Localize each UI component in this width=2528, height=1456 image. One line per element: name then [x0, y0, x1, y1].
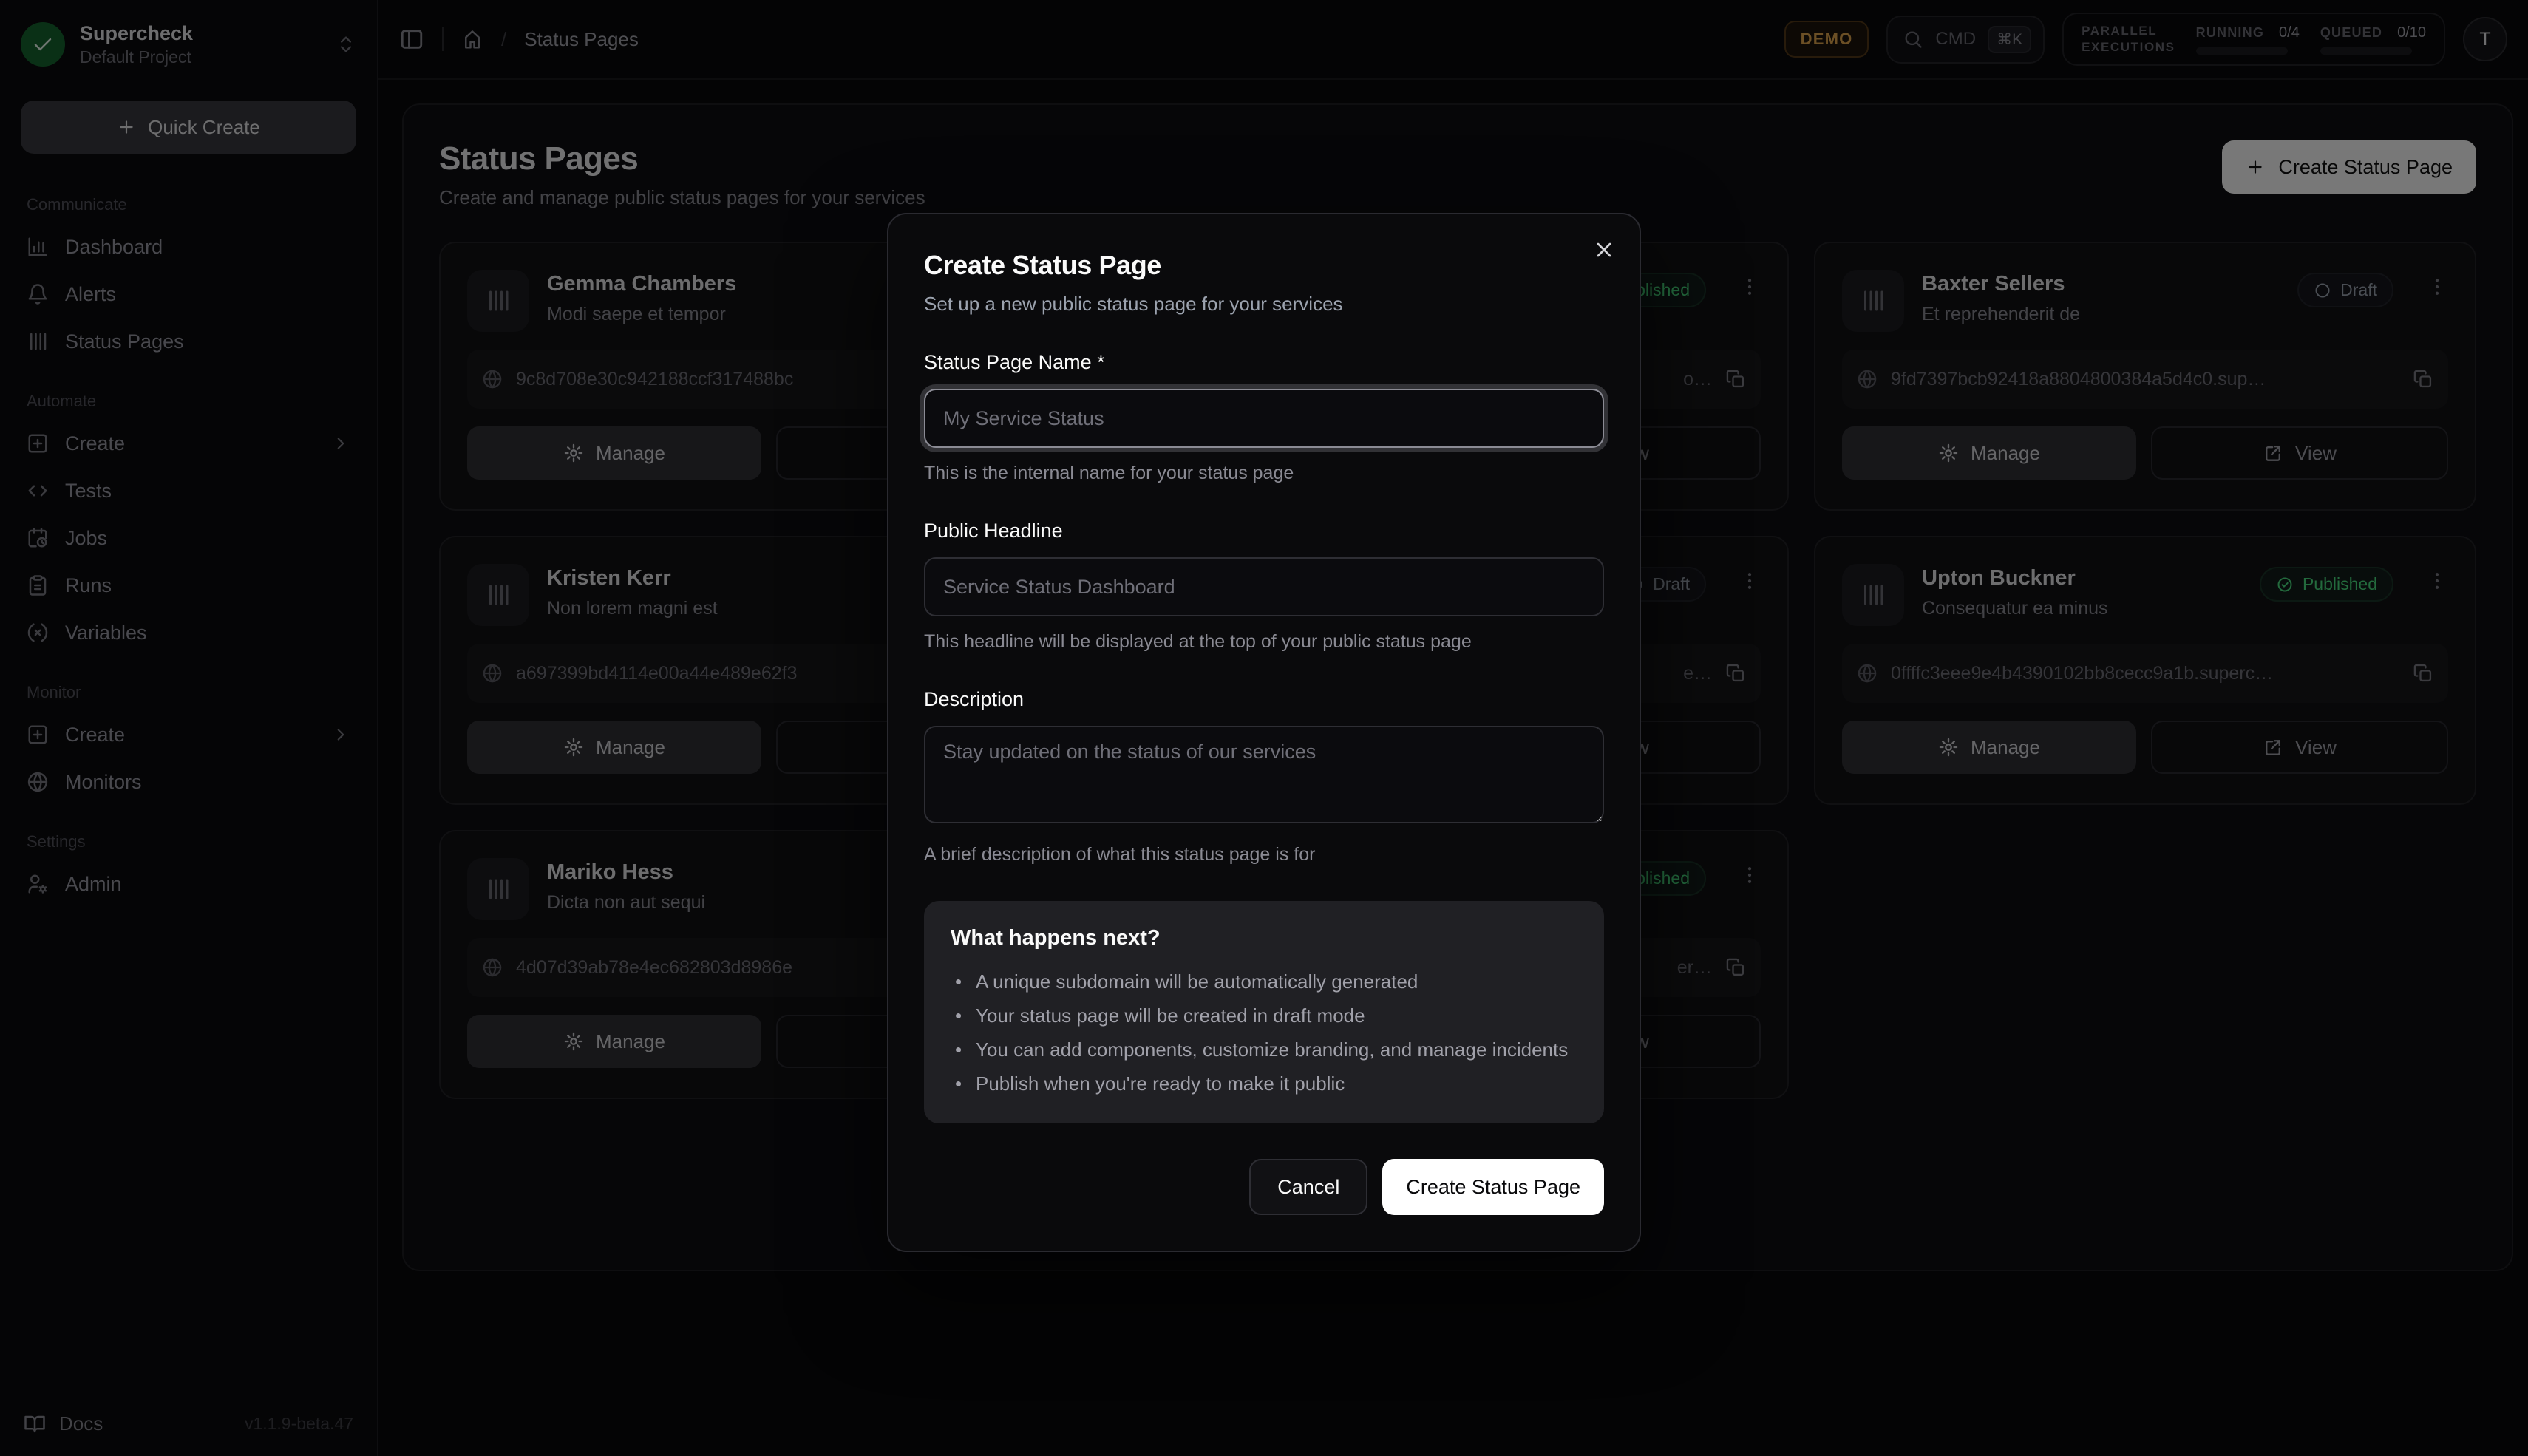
- info-bullet: A unique subdomain will be automatically…: [951, 967, 1577, 996]
- status-page-name-label: Status Page Name *: [924, 351, 1604, 374]
- description-textarea[interactable]: [924, 726, 1604, 823]
- info-bullet: You can add components, customize brandi…: [951, 1035, 1577, 1064]
- submit-create-status-page-button[interactable]: Create Status Page: [1382, 1159, 1604, 1215]
- cancel-button[interactable]: Cancel: [1249, 1159, 1367, 1215]
- description-helper: A brief description of what this status …: [924, 844, 1604, 865]
- info-bullet: Publish when you're ready to make it pub…: [951, 1069, 1577, 1098]
- public-headline-helper: This headline will be displayed at the t…: [924, 631, 1604, 653]
- create-status-page-dialog: Create Status Page Set up a new public s…: [887, 213, 1641, 1252]
- info-title: What happens next?: [951, 926, 1577, 950]
- screen: Supercheck Default Project Quick Create …: [0, 0, 2528, 1456]
- description-label: Description: [924, 688, 1604, 711]
- info-bullet: Your status page will be created in draf…: [951, 1001, 1577, 1030]
- what-happens-next-box: What happens next? A unique subdomain wi…: [924, 901, 1604, 1123]
- close-icon[interactable]: [1592, 238, 1616, 262]
- status-page-name-helper: This is the internal name for your statu…: [924, 463, 1604, 484]
- public-headline-input[interactable]: [924, 557, 1604, 616]
- public-headline-label: Public Headline: [924, 520, 1604, 542]
- dialog-title: Create Status Page: [924, 250, 1604, 281]
- status-page-name-input[interactable]: [924, 389, 1604, 448]
- dialog-description: Set up a new public status page for your…: [924, 293, 1604, 316]
